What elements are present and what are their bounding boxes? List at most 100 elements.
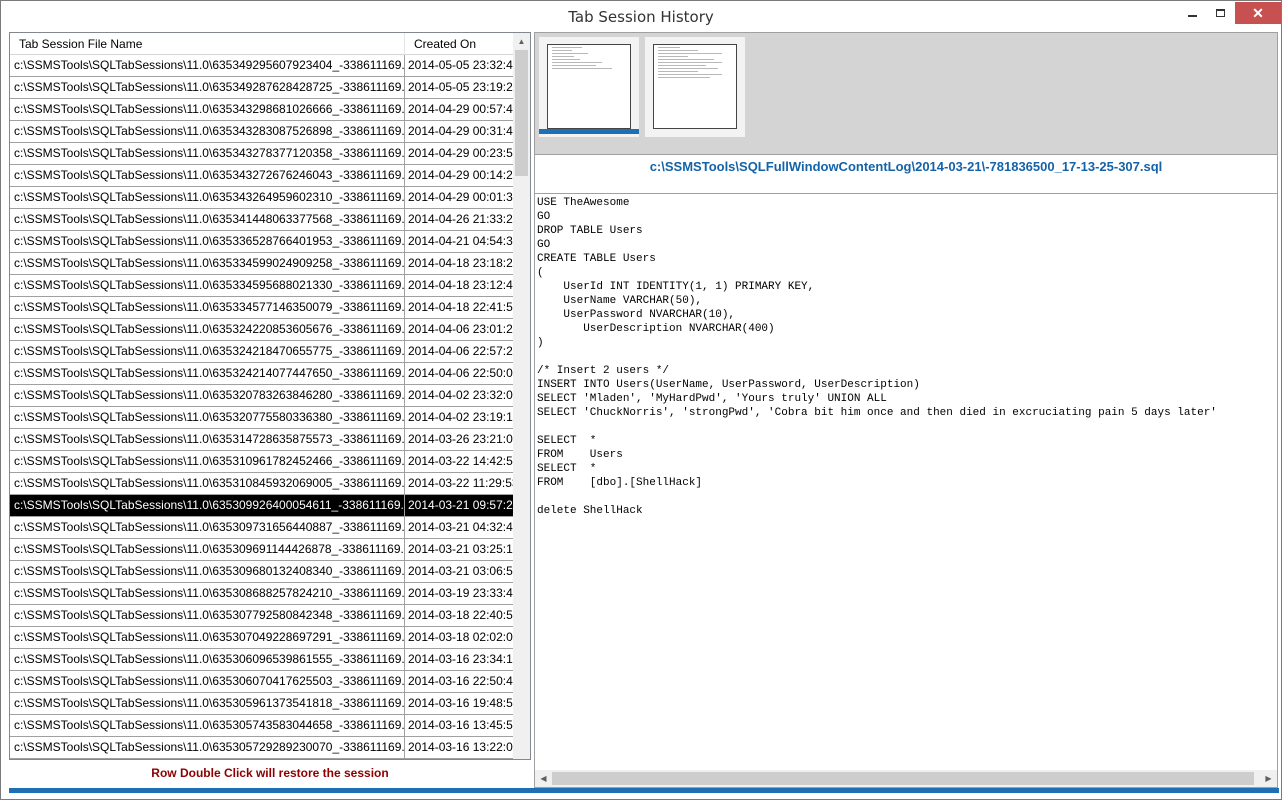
table-row[interactable]: c:\SSMSTools\SQLTabSessions\11.0\6353060… xyxy=(10,649,514,671)
table-row[interactable]: c:\SSMSTools\SQLTabSessions\11.0\6353207… xyxy=(10,385,514,407)
tab-session-history-window: Tab Session History ✕ Tab Session File N… xyxy=(0,0,1282,800)
table-row[interactable]: c:\SSMSTools\SQLTabSessions\11.0\6353432… xyxy=(10,165,514,187)
table-row[interactable]: c:\SSMSTools\SQLTabSessions\11.0\6353096… xyxy=(10,539,514,561)
cell-created-on: 2014-04-26 21:33:26 xyxy=(405,209,514,230)
cell-created-on: 2014-05-05 23:19:22 xyxy=(405,77,514,98)
table-row[interactable]: c:\SSMSTools\SQLTabSessions\11.0\6353147… xyxy=(10,429,514,451)
grid-vertical-scrollbar[interactable]: ▲ xyxy=(513,33,530,759)
grid-rows: c:\SSMSTools\SQLTabSessions\11.0\6353492… xyxy=(10,55,514,759)
cell-created-on: 2014-04-02 23:19:18 xyxy=(405,407,514,428)
session-thumbnail-1[interactable] xyxy=(539,37,639,137)
table-row[interactable]: c:\SSMSTools\SQLTabSessions\11.0\6353099… xyxy=(10,495,514,517)
cell-file-name: c:\SSMSTools\SQLTabSessions\11.0\6353365… xyxy=(10,231,405,252)
column-header-created-on[interactable]: Created On xyxy=(405,33,514,55)
cell-file-name: c:\SSMSTools\SQLTabSessions\11.0\6353109… xyxy=(10,451,405,472)
table-row[interactable]: c:\SSMSTools\SQLTabSessions\11.0\6353345… xyxy=(10,297,514,319)
cell-file-name: c:\SSMSTools\SQLTabSessions\11.0\6353108… xyxy=(10,473,405,494)
cell-file-name: c:\SSMSTools\SQLTabSessions\11.0\6353096… xyxy=(10,539,405,560)
cell-created-on: 2014-03-22 14:42:58 xyxy=(405,451,514,472)
cell-file-name: c:\SSMSTools\SQLTabSessions\11.0\6353207… xyxy=(10,385,405,406)
table-row[interactable]: c:\SSMSTools\SQLTabSessions\11.0\6353492… xyxy=(10,55,514,77)
minimize-button[interactable] xyxy=(1179,2,1205,24)
thumbnail-strip xyxy=(535,33,1277,155)
thumbnail-page xyxy=(653,44,737,129)
session-grid[interactable]: Tab Session File Name Created On c:\SSMS… xyxy=(9,32,531,760)
table-row[interactable]: c:\SSMSTools\SQLTabSessions\11.0\6353242… xyxy=(10,341,514,363)
active-thumbnail-indicator xyxy=(539,129,639,134)
title-bar[interactable]: Tab Session History ✕ xyxy=(1,1,1281,32)
table-row[interactable]: c:\SSMSTools\SQLTabSessions\11.0\6353059… xyxy=(10,693,514,715)
table-row[interactable]: c:\SSMSTools\SQLTabSessions\11.0\6353432… xyxy=(10,187,514,209)
table-row[interactable]: c:\SSMSTools\SQLTabSessions\11.0\6353492… xyxy=(10,77,514,99)
table-row[interactable]: c:\SSMSTools\SQLTabSessions\11.0\6353097… xyxy=(10,517,514,539)
table-row[interactable]: c:\SSMSTools\SQLTabSessions\11.0\6353057… xyxy=(10,737,514,759)
cell-created-on: 2014-03-21 03:06:53 xyxy=(405,561,514,582)
table-row[interactable]: c:\SSMSTools\SQLTabSessions\11.0\6353432… xyxy=(10,143,514,165)
table-row[interactable]: c:\SSMSTools\SQLTabSessions\11.0\6353345… xyxy=(10,275,514,297)
cell-file-name: c:\SSMSTools\SQLTabSessions\11.0\6353432… xyxy=(10,187,405,208)
cell-file-name: c:\SSMSTools\SQLTabSessions\11.0\6353242… xyxy=(10,319,405,340)
table-row[interactable]: c:\SSMSTools\SQLTabSessions\11.0\6353060… xyxy=(10,671,514,693)
cell-file-name: c:\SSMSTools\SQLTabSessions\11.0\6353060… xyxy=(10,671,405,692)
preview-file-path: c:\SSMSTools\SQLFullWindowContentLog\201… xyxy=(535,156,1277,194)
cell-created-on: 2014-04-29 00:31:48 xyxy=(405,121,514,142)
cell-file-name: c:\SSMSTools\SQLTabSessions\11.0\6353432… xyxy=(10,165,405,186)
table-row[interactable]: c:\SSMSTools\SQLTabSessions\11.0\6353242… xyxy=(10,319,514,341)
scroll-thumb[interactable] xyxy=(515,50,528,176)
table-row[interactable]: c:\SSMSTools\SQLTabSessions\11.0\6353109… xyxy=(10,451,514,473)
table-row[interactable]: c:\SSMSTools\SQLTabSessions\11.0\6353345… xyxy=(10,253,514,275)
preview-panel: c:\SSMSTools\SQLFullWindowContentLog\201… xyxy=(534,32,1278,788)
cell-created-on: 2014-04-29 00:23:57 xyxy=(405,143,514,164)
grid-header: Tab Session File Name Created On xyxy=(10,33,514,55)
cell-file-name: c:\SSMSTools\SQLTabSessions\11.0\6353432… xyxy=(10,143,405,164)
table-row[interactable]: c:\SSMSTools\SQLTabSessions\11.0\6353096… xyxy=(10,561,514,583)
cell-created-on: 2014-03-16 13:45:58 xyxy=(405,715,514,736)
cell-file-name: c:\SSMSTools\SQLTabSessions\11.0\6353492… xyxy=(10,77,405,98)
cell-file-name: c:\SSMSTools\SQLTabSessions\11.0\6353432… xyxy=(10,121,405,142)
scroll-right-arrow-icon[interactable]: ▶ xyxy=(1260,770,1277,787)
table-row[interactable]: c:\SSMSTools\SQLTabSessions\11.0\6353365… xyxy=(10,231,514,253)
table-row[interactable]: c:\SSMSTools\SQLTabSessions\11.0\6353086… xyxy=(10,583,514,605)
cell-created-on: 2014-03-18 22:40:58 xyxy=(405,605,514,626)
table-row[interactable]: c:\SSMSTools\SQLTabSessions\11.0\6353057… xyxy=(10,715,514,737)
sql-code-preview[interactable]: USE TheAwesome GO DROP TABLE Users GO CR… xyxy=(537,196,1277,770)
session-list-panel: Tab Session File Name Created On c:\SSMS… xyxy=(9,32,531,788)
cell-file-name: c:\SSMSTools\SQLTabSessions\11.0\6353242… xyxy=(10,341,405,362)
cell-file-name: c:\SSMSTools\SQLTabSessions\11.0\6353096… xyxy=(10,561,405,582)
table-row[interactable]: c:\SSMSTools\SQLTabSessions\11.0\6353108… xyxy=(10,473,514,495)
session-thumbnail-2[interactable] xyxy=(645,37,745,137)
table-row[interactable]: c:\SSMSTools\SQLTabSessions\11.0\6353070… xyxy=(10,627,514,649)
cell-created-on: 2014-03-16 23:34:13 xyxy=(405,649,514,670)
cell-created-on: 2014-04-06 22:50:07 xyxy=(405,363,514,384)
table-row[interactable]: c:\SSMSTools\SQLTabSessions\11.0\6353207… xyxy=(10,407,514,429)
scroll-up-arrow-icon[interactable]: ▲ xyxy=(513,33,530,50)
maximize-button[interactable] xyxy=(1207,2,1233,24)
cell-file-name: c:\SSMSTools\SQLTabSessions\11.0\6353414… xyxy=(10,209,405,230)
preview-horizontal-scrollbar[interactable]: ◀ ▶ xyxy=(535,770,1277,787)
minimize-icon xyxy=(1187,15,1197,17)
table-row[interactable]: c:\SSMSTools\SQLTabSessions\11.0\6353242… xyxy=(10,363,514,385)
column-header-file-name[interactable]: Tab Session File Name xyxy=(10,33,405,55)
cell-file-name: c:\SSMSTools\SQLTabSessions\11.0\6353099… xyxy=(10,495,405,516)
window-title: Tab Session History xyxy=(568,8,714,26)
table-row[interactable]: c:\SSMSTools\SQLTabSessions\11.0\6353077… xyxy=(10,605,514,627)
cell-created-on: 2014-03-22 11:29:53 xyxy=(405,473,514,494)
table-row[interactable]: c:\SSMSTools\SQLTabSessions\11.0\6353414… xyxy=(10,209,514,231)
cell-file-name: c:\SSMSTools\SQLTabSessions\11.0\6353086… xyxy=(10,583,405,604)
cell-file-name: c:\SSMSTools\SQLTabSessions\11.0\6353077… xyxy=(10,605,405,626)
table-row[interactable]: c:\SSMSTools\SQLTabSessions\11.0\6353432… xyxy=(10,99,514,121)
scroll-left-arrow-icon[interactable]: ◀ xyxy=(535,770,552,787)
table-row[interactable]: c:\SSMSTools\SQLTabSessions\11.0\6353432… xyxy=(10,121,514,143)
cell-created-on: 2014-04-21 04:54:36 xyxy=(405,231,514,252)
cell-file-name: c:\SSMSTools\SQLTabSessions\11.0\6353057… xyxy=(10,715,405,736)
cell-created-on: 2014-03-19 23:33:45 xyxy=(405,583,514,604)
cell-file-name: c:\SSMSTools\SQLTabSessions\11.0\6353070… xyxy=(10,627,405,648)
cell-file-name: c:\SSMSTools\SQLTabSessions\11.0\6353060… xyxy=(10,649,405,670)
close-button[interactable]: ✕ xyxy=(1235,2,1281,24)
horizontal-scroll-thumb[interactable] xyxy=(552,772,1254,785)
cell-file-name: c:\SSMSTools\SQLTabSessions\11.0\6353207… xyxy=(10,407,405,428)
cell-created-on: 2014-03-26 23:21:03 xyxy=(405,429,514,450)
cell-file-name: c:\SSMSTools\SQLTabSessions\11.0\6353059… xyxy=(10,693,405,714)
cell-created-on: 2014-03-16 13:22:08 xyxy=(405,737,514,758)
close-icon: ✕ xyxy=(1252,5,1264,21)
